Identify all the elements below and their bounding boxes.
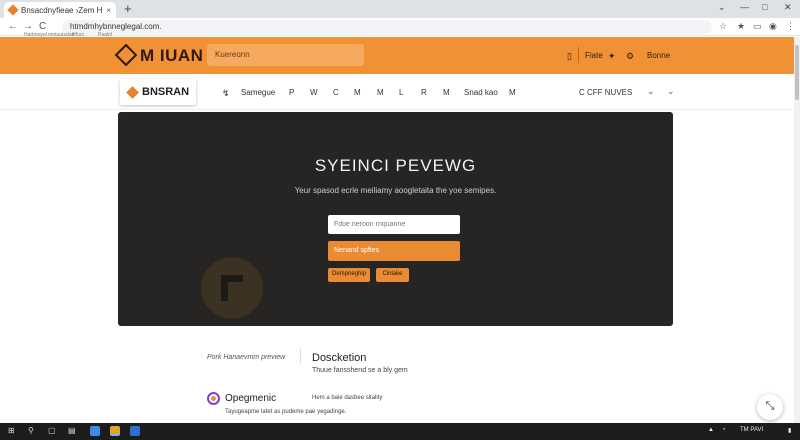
logo-diamond-icon bbox=[126, 86, 139, 99]
subnav-logo-text: BNSRAN bbox=[142, 86, 190, 98]
secondary-nav: BNSRAN ↯ Samegue P W C M M L R M Snad ka… bbox=[0, 74, 794, 110]
nav-item[interactable]: M bbox=[443, 88, 450, 97]
nav-item[interactable]: M bbox=[377, 88, 384, 97]
logo-diamond-icon bbox=[114, 43, 138, 67]
subnav-logo[interactable]: BNSRAN bbox=[120, 79, 196, 105]
content-section: Pork Hanaevmm preview Doscketion Thuue f… bbox=[0, 326, 794, 420]
tab-close-icon[interactable]: × bbox=[106, 6, 111, 15]
start-icon[interactable]: ⊞ bbox=[8, 426, 15, 435]
browser-tab-strip: Bnsacdnyfieae ›Zem Hnet × + ⌄ — □ ✕ bbox=[0, 0, 800, 18]
header-link[interactable]: Fiate bbox=[585, 51, 603, 60]
nav-dropdown-label[interactable]: C CFF NUVES bbox=[579, 88, 632, 97]
feature-title: Opegmenic bbox=[225, 393, 277, 404]
feature-meta: Hem a baie dasbee sitality bbox=[312, 395, 383, 401]
hero-section: SYEINCI PEVEWG Yeur spasod ecrle meiliam… bbox=[118, 112, 673, 326]
close-window-button[interactable]: ✕ bbox=[784, 2, 792, 13]
tray-icon[interactable]: ▲ bbox=[708, 427, 714, 433]
hero-primary-button[interactable]: Nenand spftes bbox=[328, 241, 460, 261]
page-scrollbar[interactable] bbox=[794, 37, 800, 423]
site-logo[interactable]: M IUAN bbox=[140, 46, 203, 66]
collapse-float-button[interactable]: ⤡ bbox=[757, 394, 783, 420]
widgets-icon[interactable]: ▤ bbox=[68, 426, 76, 435]
tab-title: Bnsacdnyfieae ›Zem Hnet bbox=[21, 5, 103, 15]
maximize-button[interactable]: □ bbox=[762, 2, 767, 12]
feature-icon bbox=[207, 392, 220, 405]
nav-item[interactable]: P bbox=[289, 88, 294, 97]
breadcrumb[interactable]: Pork Hanaevmm preview bbox=[207, 354, 285, 361]
url-field[interactable]: htmdmhybnneglegal.com. bbox=[62, 20, 712, 34]
route-icon: ↯ bbox=[222, 88, 230, 98]
hero-email-input[interactable] bbox=[328, 215, 460, 234]
menu-icon[interactable]: ⋮ bbox=[786, 21, 795, 32]
sidebar-icon[interactable]: ▭ bbox=[753, 21, 762, 32]
nav-item[interactable]: R bbox=[421, 88, 427, 97]
hero-tertiary-button[interactable]: Cinlake bbox=[376, 268, 409, 282]
document-icon[interactable]: ▯ bbox=[567, 51, 572, 62]
settings-icon[interactable]: ⚙ bbox=[626, 51, 634, 62]
task-view-icon[interactable]: ▢ bbox=[48, 426, 56, 435]
chevron-down-icon[interactable]: ⌄ bbox=[667, 86, 675, 97]
site-favicon-icon bbox=[7, 4, 19, 16]
browser-app-icon[interactable] bbox=[110, 426, 120, 436]
nav-item[interactable]: W bbox=[310, 88, 318, 97]
tab-search-icon[interactable]: ⌄ bbox=[718, 2, 726, 13]
mail-app-icon[interactable] bbox=[130, 426, 140, 436]
wifi-icon[interactable]: ◔ bbox=[722, 427, 726, 433]
header-divider bbox=[578, 47, 579, 63]
extensions-star-icon[interactable]: ★ bbox=[737, 21, 745, 32]
new-tab-button[interactable]: + bbox=[124, 1, 132, 16]
divider bbox=[300, 348, 301, 364]
nav-item[interactable]: M bbox=[509, 88, 516, 97]
explorer-app-icon[interactable] bbox=[90, 426, 100, 436]
taskbar-clock[interactable]: TM PAVI bbox=[740, 427, 763, 433]
nav-item[interactable]: Snad kao bbox=[464, 88, 498, 97]
hero-title: SYEINCI PEVEWG bbox=[314, 156, 477, 175]
profile-icon[interactable]: ◉ bbox=[769, 21, 777, 32]
header-search-input[interactable]: Kuereonn bbox=[207, 44, 364, 66]
notification-icon[interactable]: ▮ bbox=[788, 427, 791, 434]
hero-secondary-button[interactable]: Dempneghip bbox=[328, 268, 370, 282]
nav-item[interactable]: L bbox=[399, 88, 403, 97]
header-link[interactable]: Bonne bbox=[647, 51, 670, 60]
hero-decoration-icon bbox=[201, 257, 263, 319]
scrollbar-thumb[interactable] bbox=[795, 45, 799, 100]
browser-tab[interactable]: Bnsacdnyfieae ›Zem Hnet × bbox=[4, 2, 116, 18]
back-button[interactable]: ← bbox=[8, 21, 18, 32]
section-subtitle: Thuue fansshend se a bly gem bbox=[312, 367, 408, 374]
site-header: M IUAN Kuereonn ▯ Fiate ✦ ⚙ Bonne bbox=[0, 37, 794, 74]
chevron-down-icon[interactable]: ⌄ bbox=[647, 86, 655, 97]
forward-button[interactable]: → bbox=[23, 21, 33, 32]
os-taskbar: ⊞ ⚲ ▢ ▤ ▲ ◔ TM PAVI ▮ bbox=[0, 423, 800, 440]
search-icon[interactable]: ⚲ bbox=[28, 426, 34, 435]
nav-item[interactable]: C bbox=[333, 88, 339, 97]
nav-item[interactable]: M bbox=[354, 88, 361, 97]
minimize-button[interactable]: — bbox=[740, 2, 749, 12]
sparkle-icon[interactable]: ✦ bbox=[608, 51, 616, 62]
nav-item[interactable]: Samegue bbox=[241, 88, 275, 97]
reload-button[interactable]: C bbox=[39, 21, 46, 32]
bookmark-star-icon[interactable]: ☆ bbox=[719, 21, 727, 32]
hero-subtitle: Yeur spasod ecrle meiliamy aoogletaita t… bbox=[294, 186, 497, 195]
section-title: Doscketion bbox=[312, 352, 367, 364]
feature-description: Tayugeapme latet as pudeme pae yegadinge… bbox=[225, 409, 347, 415]
